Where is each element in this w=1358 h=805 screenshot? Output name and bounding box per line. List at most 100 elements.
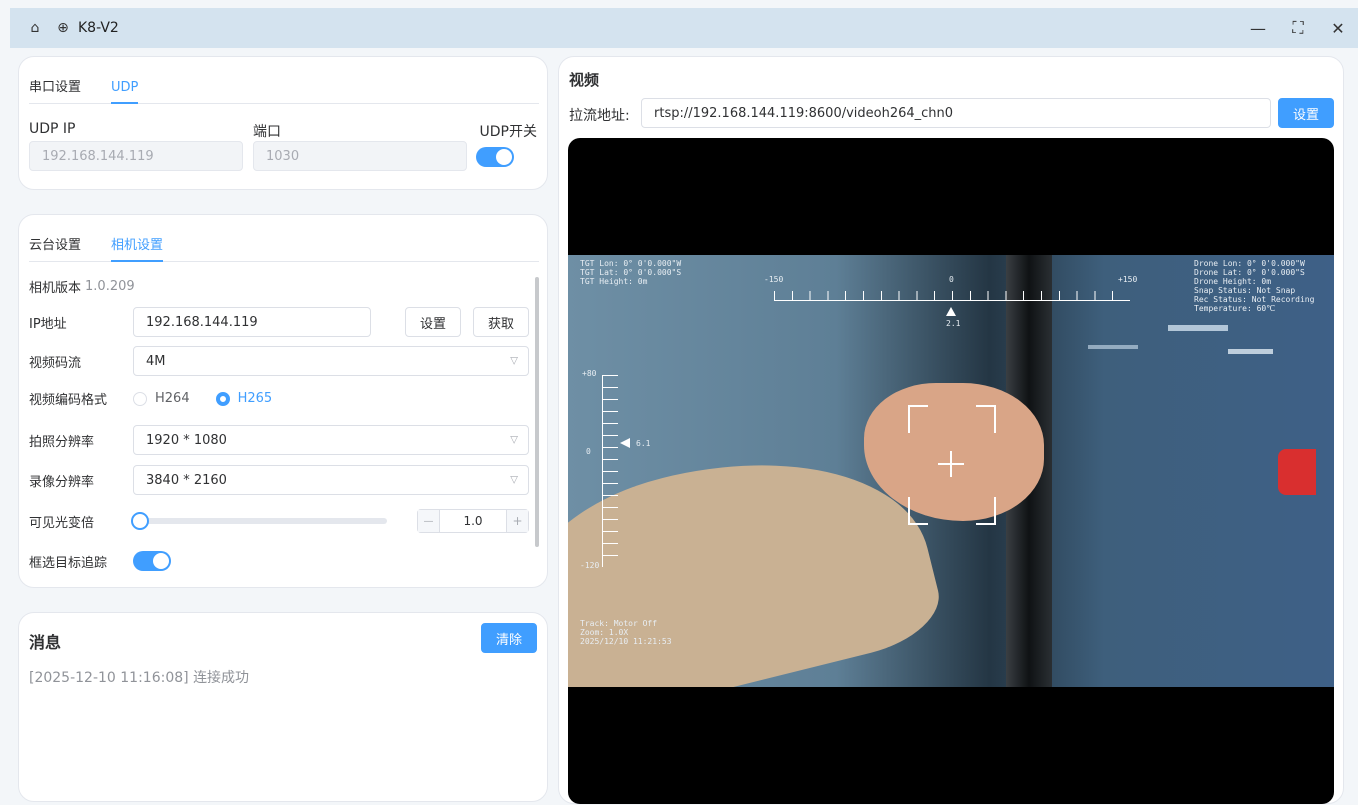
tab-gimbal[interactable]: 云台设置 — [29, 234, 91, 261]
udp-ip-label: UDP IP — [29, 121, 76, 137]
settings-scrollbar[interactable] — [535, 277, 539, 547]
codec-h265-label: H265 — [237, 391, 273, 406]
photo-res-value: 1920 * 1080 — [146, 432, 227, 448]
pitch-top-label: +80 — [582, 369, 597, 378]
slider-track — [133, 518, 387, 524]
osd-target-info: TGT Lon: 0° 0'0.000"W TGT Lat: 0° 0'0.00… — [580, 259, 682, 286]
video-frame[interactable]: TGT Lon: 0° 0'0.000"W TGT Lat: 0° 0'0.00… — [568, 255, 1334, 687]
codec-h264-label: H264 — [155, 391, 190, 406]
url-set-button[interactable]: 设置 — [1278, 98, 1334, 128]
settings-tabs: 云台设置 相机设置 — [29, 229, 539, 262]
codec-radio-h265[interactable]: H265 — [215, 391, 273, 406]
home-icon[interactable]: ⌂ — [24, 17, 46, 39]
clear-button[interactable]: 清除 — [481, 623, 537, 653]
close-button[interactable]: ✕ — [1318, 8, 1358, 48]
stream-row: 视频码流 4M ▽ — [29, 346, 529, 376]
minimize-button[interactable]: — — [1238, 8, 1278, 48]
video-title: 视频 — [569, 71, 600, 89]
camera-ip-input[interactable]: 192.168.144.119 — [133, 307, 371, 337]
messages-title: 消息 — [29, 633, 62, 652]
stream-label: 视频码流 — [29, 355, 82, 371]
stream-select[interactable]: 4M ▽ — [133, 346, 529, 376]
port-label: 端口 — [253, 124, 281, 140]
slider-handle[interactable] — [131, 512, 149, 530]
building-lights — [1228, 349, 1273, 354]
pitch-bottom-label: -120 — [580, 561, 600, 570]
box-corner — [908, 405, 928, 433]
connection-card: 串口设置 UDP UDP IP 192.168.144.119 端口 1030 … — [18, 56, 548, 190]
zoom-label: 可见光变倍 — [29, 515, 95, 531]
version-label: 相机版本 — [29, 281, 82, 296]
codec-radio-h264[interactable]: H264 — [133, 391, 190, 406]
osd-drone-info: Drone Lon: 0° 0'0.000"W Drone Lat: 0° 0'… — [1194, 259, 1315, 313]
tab-udp[interactable]: UDP — [111, 80, 148, 104]
title-bar: ⌂ ⊕ K8-V2 — ⛶ ✕ — [10, 8, 1358, 48]
radio-checked-icon — [215, 391, 230, 406]
zoom-stepper[interactable]: — 1.0 + — [417, 509, 529, 533]
pitch-zero-label: 0 — [586, 447, 591, 456]
box-corner — [908, 497, 928, 525]
port-field[interactable]: 1030 — [253, 141, 467, 171]
chevron-down-icon: ▽ — [510, 474, 518, 486]
yaw-left-label: -150 — [764, 275, 784, 284]
pitch-scale — [602, 375, 618, 567]
pitch-value: 6.1 — [636, 439, 651, 448]
yaw-scale — [774, 291, 1130, 301]
zoom-minus-button[interactable]: — — [418, 510, 440, 532]
ip-label: IP地址 — [29, 316, 67, 332]
yaw-pointer-icon — [946, 307, 956, 316]
udp-switch-label: UDP开关 — [479, 124, 537, 140]
chevron-down-icon: ▽ — [510, 355, 518, 367]
zoom-plus-button[interactable]: + — [506, 510, 528, 532]
tab-camera[interactable]: 相机设置 — [111, 234, 173, 262]
ip-row: IP地址 192.168.144.119 设置 获取 — [29, 307, 529, 337]
tab-serial[interactable]: 串口设置 — [29, 76, 91, 103]
stream-value: 4M — [146, 353, 166, 369]
radio-icon — [133, 391, 147, 406]
codec-label: 视频编码格式 — [29, 393, 108, 408]
track-row: 框选目标追踪 — [29, 551, 171, 571]
photo-res-row: 拍照分辨率 1920 * 1080 ▽ — [29, 425, 529, 455]
yaw-value: 2.1 — [946, 319, 961, 328]
record-res-label: 录像分辨率 — [29, 474, 95, 490]
globe-icon: ⊕ — [57, 20, 69, 36]
yaw-center-label: 0 — [949, 275, 954, 284]
version-row: 相机版本 1.0.209 — [29, 277, 135, 296]
maximize-button[interactable]: ⛶ — [1278, 8, 1318, 48]
alert-marker-icon — [1278, 449, 1316, 495]
messages-card: 消息 清除 [2025-12-10 11:16:08] 连接成功 — [18, 612, 548, 802]
version-value: 1.0.209 — [85, 279, 135, 294]
udp-ip-field[interactable]: 192.168.144.119 — [29, 141, 243, 171]
connection-tabs: 串口设置 UDP — [29, 71, 539, 104]
tracking-box[interactable] — [908, 405, 996, 525]
chevron-down-icon: ▽ — [510, 434, 518, 446]
window-controls: — ⛶ ✕ — [1238, 8, 1358, 48]
stream-url-input[interactable]: rtsp://192.168.144.119:8600/videoh264_ch… — [641, 98, 1271, 128]
box-corner — [976, 405, 996, 433]
message-item: [2025-12-10 11:16:08] 连接成功 — [29, 670, 250, 686]
track-switch[interactable] — [133, 551, 171, 571]
app-title: K8-V2 — [78, 20, 119, 36]
track-label: 框选目标追踪 — [29, 555, 108, 571]
pitch-pointer-icon — [620, 438, 630, 448]
url-label: 拉流地址: — [569, 108, 630, 124]
zoom-slider[interactable] — [131, 512, 387, 530]
record-res-select[interactable]: 3840 * 2160 ▽ — [133, 465, 529, 495]
building-lights — [1168, 325, 1228, 331]
photo-res-label: 拍照分辨率 — [29, 434, 95, 450]
zoom-value[interactable]: 1.0 — [440, 514, 506, 528]
ip-set-button[interactable]: 设置 — [405, 307, 461, 337]
settings-card: 云台设置 相机设置 相机版本 1.0.209 IP地址 192.168.144.… — [18, 214, 548, 588]
yaw-right-label: +150 — [1118, 275, 1138, 284]
zoom-row: 可见光变倍 — 1.0 + — [29, 509, 529, 533]
osd-status-info: Track: Motor Off Zoom: 1.0X 2025/12/10 1… — [580, 619, 672, 646]
ip-get-button[interactable]: 获取 — [473, 307, 529, 337]
crosshair-icon — [950, 451, 952, 477]
photo-res-select[interactable]: 1920 * 1080 ▽ — [133, 425, 529, 455]
udp-switch[interactable] — [476, 147, 514, 167]
video-player[interactable]: TGT Lon: 0° 0'0.000"W TGT Lat: 0° 0'0.00… — [568, 138, 1334, 804]
codec-row: 视频编码格式 H264 H265 — [29, 389, 298, 408]
building-lights — [1088, 345, 1138, 349]
box-corner — [976, 497, 996, 525]
record-res-value: 3840 * 2160 — [146, 472, 227, 488]
